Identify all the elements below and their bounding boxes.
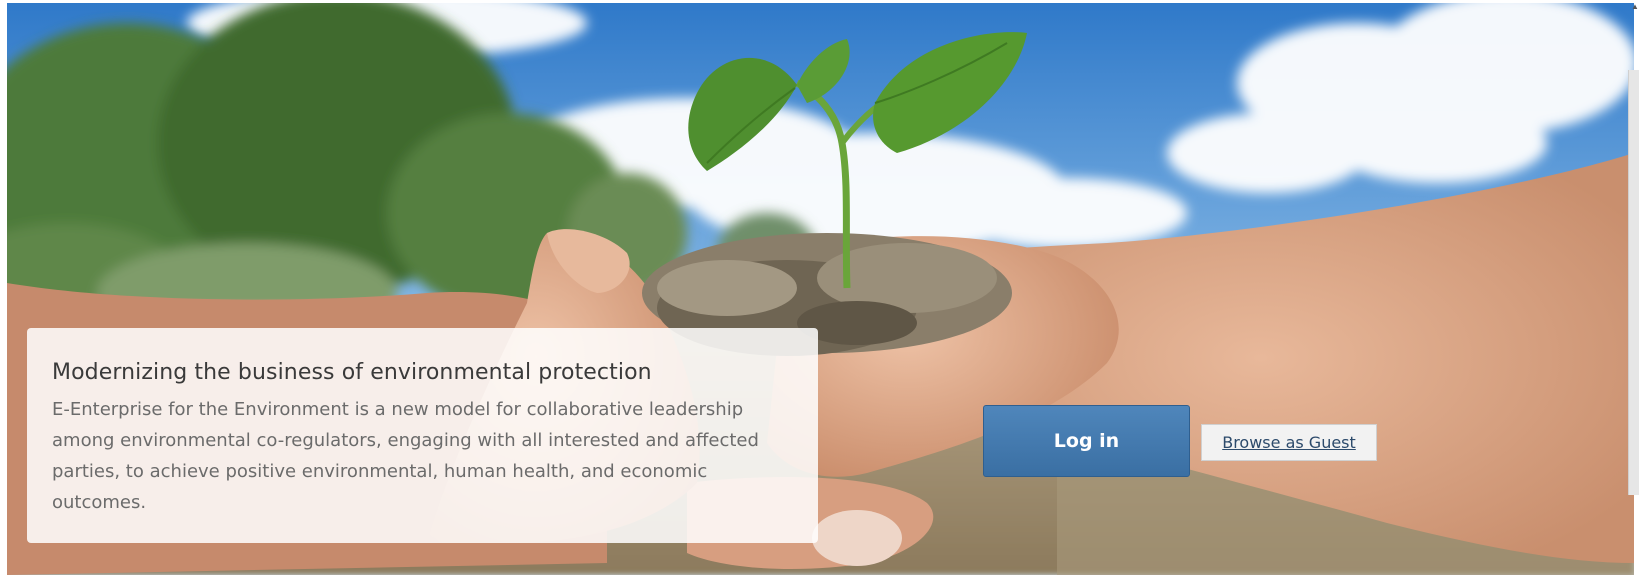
login-button[interactable]: Log in [983,405,1190,477]
intro-card: Modernizing the business of environmenta… [27,328,818,543]
scroll-up-arrow-icon[interactable]: ▲ [1631,3,1639,11]
hero-description: E-Enterprise for the Environment is a ne… [52,399,759,513]
hero-headline: Modernizing the business of environmenta… [52,360,652,385]
browse-as-guest-link[interactable]: Browse as Guest [1201,424,1377,461]
scrollbar[interactable] [1628,70,1639,495]
